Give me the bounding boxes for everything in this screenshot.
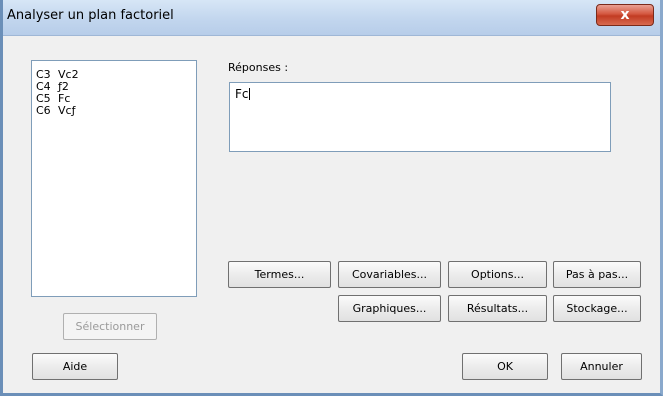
- stockage-label: Stockage...: [566, 302, 628, 315]
- responses-field[interactable]: Fc: [229, 82, 611, 152]
- resultats-button[interactable]: Résultats...: [448, 295, 547, 322]
- termes-button[interactable]: Termes...: [228, 261, 331, 288]
- title-bar[interactable]: Analyser un plan factoriel x: [3, 0, 660, 36]
- covariables-label: Covariables...: [351, 268, 427, 281]
- column-name: Vcƒ: [58, 104, 76, 117]
- aide-button[interactable]: Aide: [32, 353, 118, 380]
- pas-a-pas-button[interactable]: Pas à pas...: [553, 261, 641, 288]
- selectionner-button[interactable]: Sélectionner: [63, 313, 157, 340]
- graphiques-button[interactable]: Graphiques...: [338, 295, 441, 322]
- close-button[interactable]: x: [596, 4, 654, 26]
- window-title: Analyser un plan factoriel: [7, 8, 174, 23]
- responses-value: Fc: [235, 87, 249, 101]
- variables-listbox[interactable]: C3 Vc2 C4 ƒ2 C5 Fc C6 Vcƒ: [31, 60, 197, 297]
- options-button[interactable]: Options...: [448, 261, 547, 288]
- text-caret: [248, 88, 250, 100]
- ok-button[interactable]: OK: [462, 353, 548, 380]
- list-item[interactable]: C6 Vcƒ: [36, 105, 75, 117]
- dialog-window: Analyser un plan factoriel x C3 Vc2 C4 ƒ2 …: [0, 0, 663, 396]
- graphiques-label: Graphiques...: [352, 302, 427, 315]
- responses-label: Réponses :: [228, 61, 289, 74]
- annuler-label: Annuler: [580, 360, 623, 373]
- close-icon: x: [620, 7, 630, 23]
- pas-a-pas-label: Pas à pas...: [565, 268, 629, 281]
- stockage-button[interactable]: Stockage...: [553, 295, 641, 322]
- annuler-button[interactable]: Annuler: [561, 353, 642, 380]
- column-id: C6: [36, 104, 51, 117]
- resultats-label: Résultats...: [466, 302, 529, 315]
- ok-label: OK: [497, 360, 513, 373]
- covariables-button[interactable]: Covariables...: [338, 261, 441, 288]
- aide-label: Aide: [62, 360, 88, 373]
- selectionner-label: Sélectionner: [75, 320, 145, 333]
- options-label: Options...: [471, 268, 524, 281]
- termes-label: Termes...: [254, 268, 305, 281]
